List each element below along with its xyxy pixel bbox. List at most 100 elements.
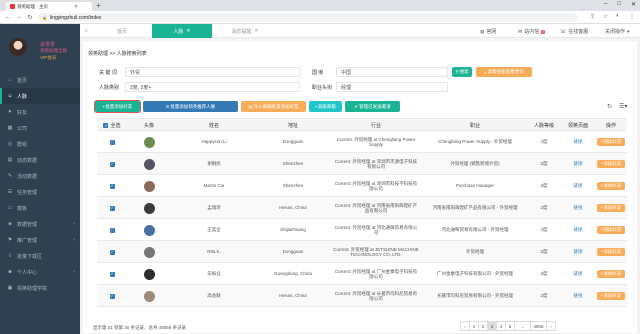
reload-button[interactable]: ↻ — [27, 14, 33, 21]
profile-link[interactable]: 链接 — [574, 249, 583, 255]
avatar[interactable] — [9, 38, 27, 56]
sidebar-item-template[interactable]: ▭ 模板 — [0, 200, 80, 216]
close-window-button[interactable]: ✕ — [631, 1, 636, 8]
task-icon: ☰ — [7, 189, 13, 195]
sidebar-item-company[interactable]: ▦ 公司 — [0, 120, 80, 136]
notice-link[interactable]: ✉ 站内信 7 — [518, 28, 546, 35]
sidebar-item-home[interactable]: ⌂ 首页 — [0, 72, 80, 88]
sidebar-item-activity[interactable]: ✎ 活动数据 — [0, 168, 80, 184]
sidebar-item-user[interactable]: ☻ 个人中心 ‹ — [0, 264, 80, 280]
page-button[interactable]: 4806 — [530, 321, 547, 331]
sidebar-item-people[interactable]: ☺ 人脉 — [0, 88, 80, 104]
profile-link[interactable]: 链接 — [574, 205, 583, 211]
profile-icon[interactable]: ◐ — [616, 13, 620, 19]
contact-avatar[interactable] — [143, 268, 155, 280]
star-icon[interactable]: ☆ — [603, 13, 608, 20]
pagination: ‹ 1 2 3 4 5... 4806 › — [460, 321, 556, 331]
add-friend-button[interactable]: +添加好友 — [596, 160, 626, 168]
tab-messages[interactable]: 消息提醒 ✕ — [212, 24, 278, 38]
close-tab-icon[interactable]: ✕ — [254, 28, 258, 34]
table-row[interactable]: ✓ Martin Cai Shenzhen Current: 外贸经理 at 深圳市科… — [97, 175, 627, 197]
add-friend-button[interactable]: +添加好友 — [596, 204, 626, 212]
contact-avatar[interactable] — [143, 202, 155, 214]
table-row[interactable]: ✓ 高会联 Henan, China Current: 外贸经理 at 长葛市玛科尼贸… — [97, 285, 627, 307]
advanced-search-button[interactable]: + 高级搜索查看更多 — [476, 67, 532, 77]
add-friend-button[interactable]: +添加好友 — [596, 138, 626, 146]
action-button-1[interactable]: ▪ 批量添加好友 — [94, 100, 141, 113]
row-checkbox[interactable]: ✓ — [109, 293, 115, 299]
new-tab-button[interactable]: + — [96, 1, 101, 10]
sidebar-item-download[interactable]: ⇩ 批量下载区 — [0, 248, 80, 264]
website-link[interactable]: ◍ 官网 — [480, 28, 496, 36]
close-tab-icon[interactable]: ✕ — [74, 4, 78, 10]
title-input[interactable]: 经理 — [336, 82, 448, 92]
forward-button[interactable]: → — [16, 14, 22, 20]
table-row[interactable]: ✓ Happyson Li Dongguan Current: 外贸经理 at Che… — [97, 131, 627, 153]
profile-link[interactable]: 链接 — [574, 227, 583, 233]
contact-avatar[interactable] — [143, 290, 155, 302]
sidebar-item-promo[interactable]: ⚑ 推广管理 ‹ — [0, 232, 80, 248]
contact-avatar[interactable] — [143, 158, 155, 170]
tab-scroll-left[interactable]: « — [80, 24, 92, 38]
contact-avatar[interactable] — [143, 246, 155, 258]
contact-job: 长葛市玛科尼贸易有限公司 - 外贸经理 — [437, 293, 513, 299]
add-friend-button[interactable]: +添加好友 — [596, 226, 626, 234]
sidebar-item-task[interactable]: ☰ 任务管理 — [0, 184, 80, 200]
tab-home[interactable]: 首页 — [92, 24, 152, 38]
back-button[interactable]: ← — [5, 14, 11, 20]
row-checkbox[interactable]: ✓ — [109, 161, 115, 167]
table-row[interactable]: ✓ 王奕企 Shijiazhuang Current: 外贸经理 at 河北通晖贸易有… — [97, 219, 627, 241]
add-friend-button[interactable]: +添加好友 — [596, 292, 626, 300]
sidebar-item-group[interactable]: ◎ 群组 — [0, 136, 80, 152]
action-button-5[interactable]: ✔ 管理已发送邀请 — [345, 101, 400, 112]
sidebar-item-school[interactable]: ▣ 领英助理学院 — [0, 280, 80, 296]
row-checkbox[interactable]: ✓ — [109, 205, 115, 211]
keyword-input[interactable]: 外贸 — [125, 67, 300, 77]
country-input[interactable]: 中国 — [336, 67, 448, 77]
maximize-button[interactable]: □ — [617, 1, 621, 8]
menu-icon[interactable]: ⋮ — [629, 13, 635, 20]
contact-avatar[interactable] — [143, 180, 155, 192]
profile-link[interactable]: 链接 — [574, 161, 583, 167]
relation-select[interactable]: 2度, 3度+ — [125, 82, 300, 92]
tab-people[interactable]: 人脉 ✕ — [152, 24, 212, 38]
minimize-button[interactable]: – — [604, 1, 607, 8]
select-all-checkbox[interactable]: ✓ — [103, 123, 109, 128]
contact-avatar[interactable] — [143, 224, 155, 236]
row-checkbox[interactable]: ✓ — [109, 227, 115, 233]
table-row[interactable]: ✓ 孟瑞玲 Henan, China Current: 外贸经理 at 河南省南阳辉煌… — [97, 197, 627, 219]
url-field[interactable]: 🔒 lingyingzhuli.com/index — [38, 13, 578, 22]
share-icon[interactable]: ⇪ — [590, 13, 595, 20]
row-checkbox[interactable]: ✓ — [109, 271, 115, 277]
table-row[interactable]: ✓ 谢钢民 Shenzhen Current: 外贸经理 at 深圳市杰源电子科技有限… — [97, 153, 627, 175]
row-checkbox[interactable]: ✓ — [109, 139, 115, 145]
home-icon: ⌂ — [8, 77, 12, 83]
add-friend-button[interactable]: +添加好友 — [596, 270, 626, 278]
profile-link[interactable]: 链接 — [574, 271, 583, 277]
table-cell: 外贸经理 (销售跨境外贸) — [423, 153, 527, 175]
profile-link[interactable]: 链接 — [574, 139, 583, 145]
page-button[interactable]: › — [546, 321, 556, 331]
columns-toggle-icon[interactable]: ☰▾ — [619, 103, 627, 110]
action-button-3[interactable]: ▤ 导入邮箱批量添加好友 — [241, 101, 306, 112]
close-tab-icon[interactable]: ✕ — [186, 28, 190, 34]
add-friend-button[interactable]: +添加好友 — [596, 248, 626, 256]
row-checkbox[interactable]: ✓ — [109, 183, 115, 189]
refresh-icon[interactable]: ↻ — [607, 103, 612, 110]
sidebar-item-chart[interactable]: ▤ 动态数据 — [0, 152, 80, 168]
contact-avatar[interactable] — [143, 136, 155, 148]
close-operations-dropdown[interactable]: 关闭操作 ▾ — [605, 28, 630, 36]
add-friend-button[interactable]: +添加好友 — [596, 182, 626, 190]
sidebar-item-friend[interactable]: ♥ 好友 — [0, 104, 80, 120]
table-row[interactable]: ✓ 毕振业 Guangdong, China Current: 外贸经理 at 广州金… — [97, 263, 627, 285]
profile-link[interactable]: 链接 — [574, 183, 583, 189]
row-checkbox[interactable]: ✓ — [109, 249, 115, 255]
action-button-4[interactable]: ▪ 高级邮箱 — [309, 101, 342, 112]
table-row[interactable]: ✓ Rita K. Dongguan Current: 外贸经理 at JETSHIN… — [97, 241, 627, 263]
online-service-link[interactable]: ☏ 在线客服 — [560, 28, 588, 36]
browser-tab[interactable]: 领英助理 - 主页 ✕ — [6, 2, 92, 11]
search-button[interactable]: ⚲ 搜索 — [452, 67, 472, 77]
action-button-2[interactable]: in 批量添加领英推荐人脉 — [143, 101, 238, 112]
profile-link[interactable]: 链接 — [574, 293, 583, 299]
sidebar-item-data[interactable]: ◈ 数据管理 ‹ — [0, 216, 80, 232]
